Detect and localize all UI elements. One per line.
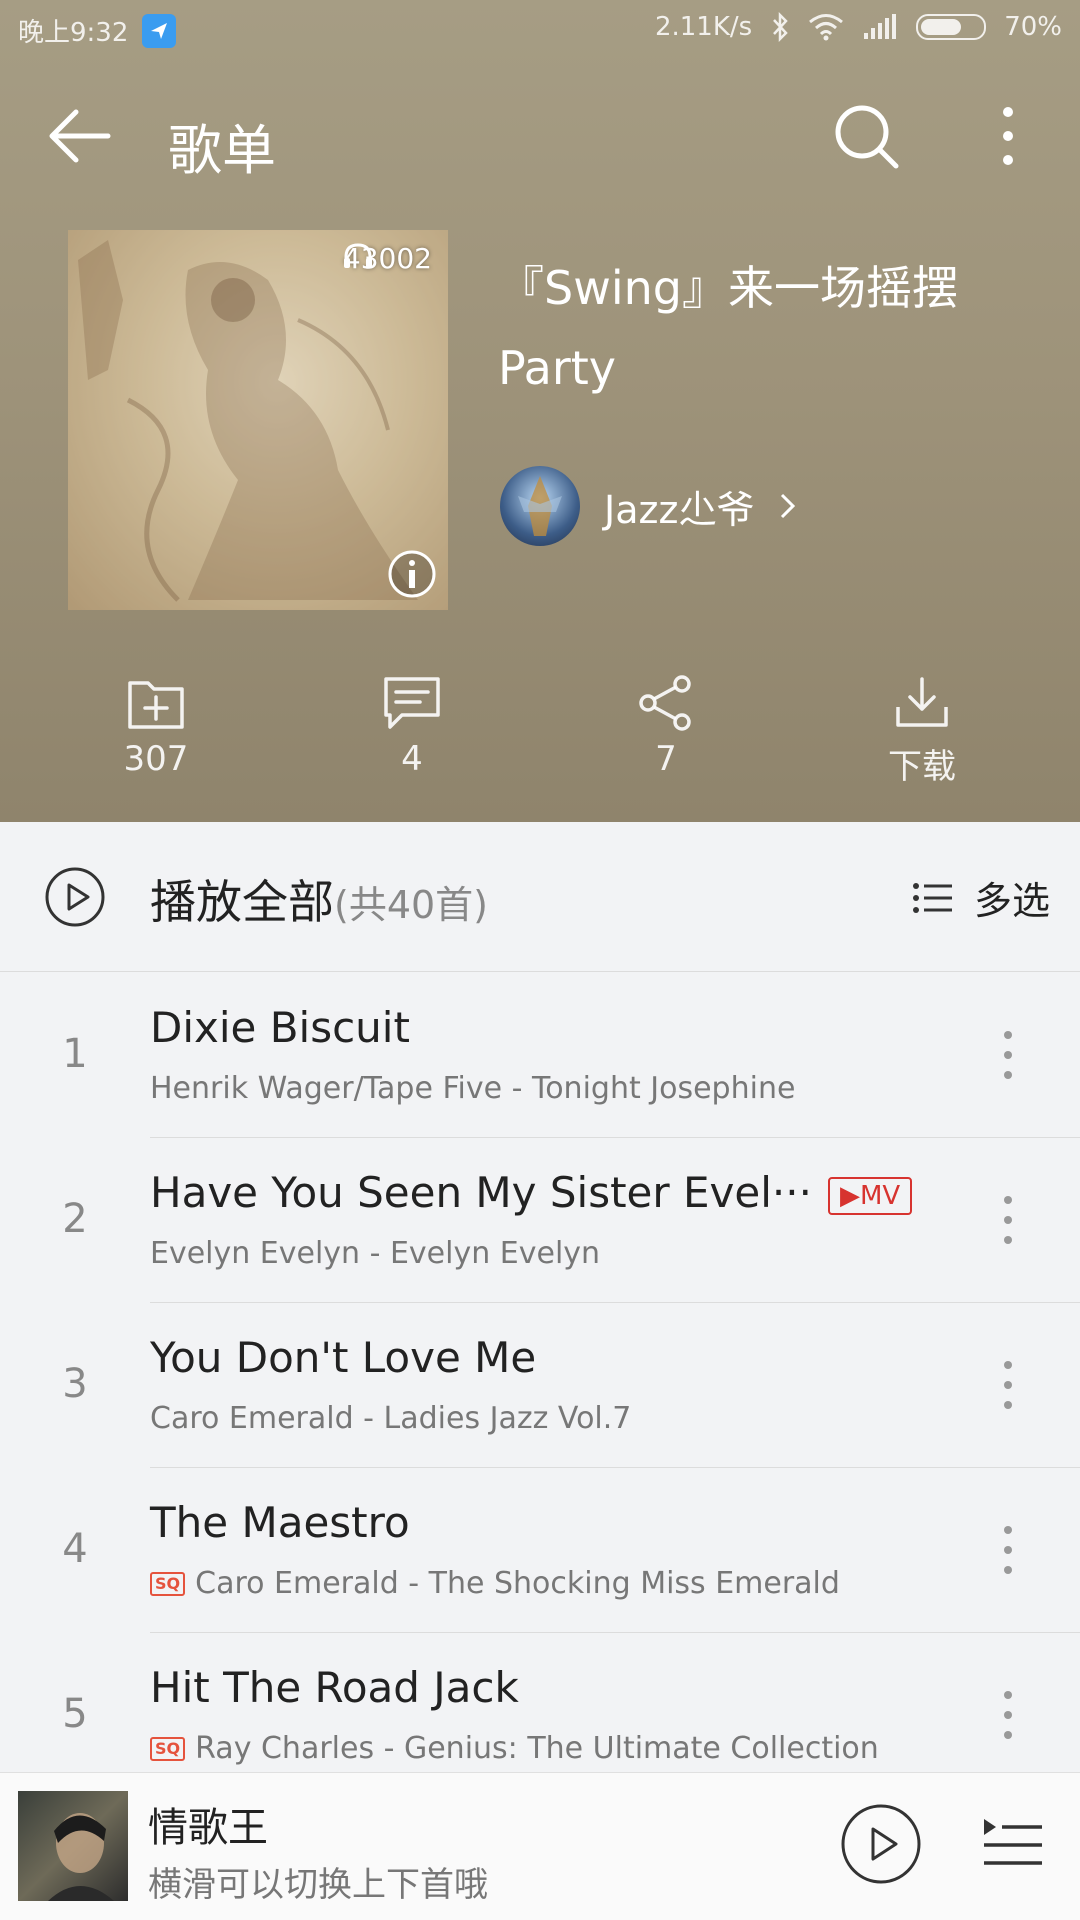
song-artist-album: Evelyn Evelyn - Evelyn Evelyn [150,1236,601,1271]
song-row[interactable]: 1 Dixie Biscuit Henrik Wager/Tape Five -… [0,973,1080,1138]
notification-app-icon [142,13,177,48]
search-button[interactable] [830,100,902,172]
play-all-button[interactable] [44,866,106,928]
signal-icon [864,14,897,39]
now-playing-cover[interactable] [18,1791,128,1901]
song-artist-album: Caro Emerald - The Shocking Miss Emerald [195,1566,840,1601]
play-circle-icon [45,867,105,927]
collect-button[interactable]: 307 [66,675,246,779]
battery-icon [916,14,987,40]
now-playing-title: 情歌王 [148,1805,268,1851]
song-subtitle: SQ Ray Charles - Genius: The Ultimate Co… [150,1731,879,1766]
mini-play-button[interactable] [840,1803,922,1885]
play-count: 43002 [343,242,432,275]
search-icon [835,105,899,169]
song-artist-album: Henrik Wager/Tape Five - Tonight Josephi… [150,1071,796,1106]
playlist-cover[interactable]: 43002 [68,230,448,610]
comment-count: 4 [401,739,423,779]
play-all-text: 播放全部 [150,875,334,929]
song-title: Hit The Road Jack [150,1663,519,1712]
song-subtitle: Evelyn Evelyn - Evelyn Evelyn [150,1236,600,1271]
info-icon [388,550,436,598]
collect-count: 307 [123,739,189,779]
status-bar: 晚上9:32 2.11K/s 70% [0,0,1080,58]
song-title: Dixie Biscuit [150,1003,410,1052]
mv-badge[interactable]: ▶MV [827,1176,913,1215]
top-app-bar: 歌单 [0,86,1080,186]
more-options-button[interactable] [990,100,1026,172]
more-vertical-icon [1003,107,1013,165]
more-vertical-icon[interactable] [998,1190,1018,1250]
download-icon [896,677,948,727]
playlist-header: 晚上9:32 2.11K/s 70% 歌单 43002 『Swing』来一场摇摆… [0,0,1080,822]
song-artist-album: Caro Emerald - Ladies Jazz Vol.7 [150,1401,632,1436]
back-button[interactable] [44,104,114,168]
song-title-wrap: Have You Seen My Sister Evel··· ▶MV [150,1168,913,1217]
bluetooth-icon [773,12,788,42]
song-index: 1 [62,1031,88,1077]
folder-add-icon [128,681,184,729]
more-vertical-icon[interactable] [998,1685,1018,1745]
share-button[interactable]: 7 [576,675,756,779]
more-vertical-icon[interactable] [998,1025,1018,1085]
song-subtitle: SQ Caro Emerald - The Shocking Miss Emer… [150,1566,840,1601]
song-row[interactable]: 2 Have You Seen My Sister Evel··· ▶MV Eve… [0,1138,1080,1303]
song-index: 3 [62,1361,88,1407]
song-row[interactable]: 4 The Maestro SQ Caro Emerald - The Shoc… [0,1468,1080,1633]
multi-select-button[interactable]: 多选 [912,870,1050,925]
song-index: 2 [62,1196,88,1242]
share-icon [639,675,691,731]
queue-icon [984,1819,1042,1865]
sq-badge: SQ [150,1736,186,1761]
info-button[interactable] [386,548,438,600]
download-button[interactable]: 下载 [832,675,1012,788]
song-subtitle: Caro Emerald - Ladies Jazz Vol.7 [150,1401,631,1436]
more-vertical-icon[interactable] [998,1355,1018,1415]
download-label: 下载 [888,747,956,787]
arrow-left-icon [49,109,111,163]
song-count: (共40首) [334,883,489,927]
play-all-bar: 播放全部(共40首) 多选 [0,822,1080,972]
more-vertical-icon[interactable] [998,1520,1018,1580]
now-playing-hint: 横滑可以切换上下首哦 [148,1865,488,1905]
wifi-icon [809,14,844,41]
sq-badge: SQ [150,1571,186,1596]
network-speed: 2.11K/s [654,12,753,42]
song-list: 1 Dixie Biscuit Henrik Wager/Tape Five -… [0,973,1080,1798]
status-time: 晚上9:32 [18,18,129,48]
song-index: 4 [62,1526,88,1572]
comment-icon [384,677,440,729]
headphones-icon [343,243,372,268]
comment-button[interactable]: 4 [322,675,502,779]
song-index: 5 [62,1691,88,1737]
song-row[interactable]: 3 You Don't Love Me Caro Emerald - Ladie… [0,1303,1080,1468]
chevron-right-icon [781,493,796,519]
share-count: 7 [655,739,677,779]
creator-name: Jazz尐爷 [604,487,755,532]
creator-avatar [500,466,580,546]
song-title: You Don't Love Me [150,1333,537,1382]
playlist-actions: 307 4 7 下载 [0,675,1080,805]
playlist-queue-button[interactable] [980,1815,1046,1875]
multi-select-label: 多选 [973,879,1050,923]
play-all-label[interactable]: 播放全部(共40首) [150,866,488,932]
battery-percent: 70% [1004,12,1062,42]
page-title: 歌单 [168,119,276,182]
song-artist-album: Ray Charles - Genius: The Ultimate Colle… [195,1731,879,1766]
play-circle-icon [841,1804,921,1884]
mini-player[interactable]: 情歌王 横滑可以切换上下首哦 [0,1772,1080,1920]
song-subtitle: Henrik Wager/Tape Five - Tonight Josephi… [150,1071,795,1106]
playlist-title: 『Swing』来一场摇摆Party [498,261,958,395]
creator-link[interactable]: Jazz尐爷 [500,466,798,546]
list-icon [912,882,952,913]
song-title: The Maestro [150,1498,410,1547]
song-title: Have You Seen My Sister Evel··· [150,1168,812,1217]
